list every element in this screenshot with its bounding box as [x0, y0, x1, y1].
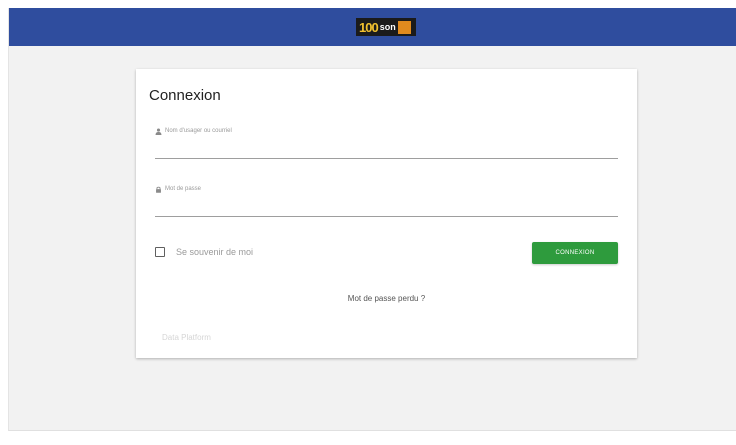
forgot-password-link[interactable]: Mot de passe perdu ? — [136, 294, 637, 303]
logo-number: 100 — [359, 19, 379, 35]
user-icon — [155, 128, 162, 135]
login-card: Connexion Nom d'usager ou courriel Mot d… — [136, 69, 637, 358]
logo-square — [397, 20, 411, 34]
brand-logo[interactable]: 100 son — [356, 18, 416, 36]
username-field: Nom d'usager ou courriel — [155, 126, 618, 159]
remember-me-checkbox[interactable] — [155, 247, 165, 257]
password-input[interactable] — [155, 212, 618, 217]
username-label-row: Nom d'usager ou courriel — [155, 126, 618, 136]
logo-word: son — [379, 22, 396, 32]
login-title: Connexion — [149, 87, 221, 104]
remember-me-label[interactable]: Se souvenir de moi — [176, 247, 253, 257]
password-label: Mot de passe — [165, 186, 202, 192]
login-button[interactable]: CONNEXION — [532, 242, 618, 264]
username-label: Nom d'usager ou courriel — [165, 128, 232, 134]
password-field: Mot de passe — [155, 184, 618, 217]
remember-me[interactable]: Se souvenir de moi — [155, 247, 253, 257]
platform-footer: Data Platform — [162, 333, 211, 342]
top-bar: 100 son — [9, 8, 736, 46]
lock-icon — [156, 186, 161, 193]
page-frame: 100 son Connexion Nom d'usager ou courri… — [8, 8, 736, 431]
username-input[interactable] — [155, 154, 618, 159]
password-label-row: Mot de passe — [155, 184, 618, 194]
